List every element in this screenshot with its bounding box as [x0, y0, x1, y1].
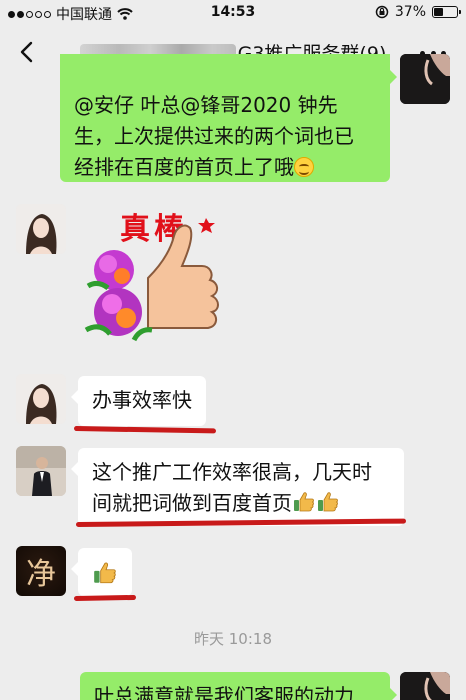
sender-avatar-man[interactable]	[16, 446, 66, 496]
own-avatar[interactable]	[400, 672, 450, 700]
avatar-char: 净	[26, 557, 56, 592]
timestamp: 昨天 10:18	[194, 630, 272, 648]
message-text-line: 间就把词做到百度首页	[92, 491, 292, 515]
back-chevron-icon[interactable]	[14, 38, 42, 66]
thumbs-up-emoji-icon	[318, 492, 338, 512]
message-bubble-other[interactable]	[71, 548, 132, 596]
sticker-art-icon	[84, 218, 219, 342]
message-text-line: 经排在百度的首页上了哦	[74, 155, 294, 179]
message-text: 办事效率快	[92, 388, 192, 412]
highlight-underline	[73, 594, 137, 601]
battery-percent: 37%	[394, 4, 426, 20]
message-bubble-own[interactable]: 叶总满意就是我们客服的动力	[80, 672, 397, 700]
message-text-line: 生，上次提供过来的两个词也已	[74, 124, 354, 148]
lock-rotation-icon	[375, 5, 389, 19]
sticker-thumbs-up[interactable]: 真棒	[78, 200, 226, 352]
highlight-underline	[73, 426, 217, 434]
own-avatar[interactable]	[400, 54, 450, 104]
message-text-line: @安仔 叶总@锋哥2020 钟先	[74, 93, 338, 117]
sender-avatar-char[interactable]: 净	[16, 546, 66, 596]
message-bubble-other[interactable]: 办事效率快	[71, 376, 206, 426]
message-text-line: 这个推广工作效率很高，几天时	[92, 460, 372, 484]
message-bubble-other[interactable]: 这个推广工作效率很高，几天时 间就把词做到百度首页	[71, 448, 404, 526]
message-text: 叶总满意就是我们客服的动力	[94, 684, 354, 700]
sender-avatar-girl[interactable]	[16, 374, 66, 424]
thumbs-up-emoji-icon	[294, 492, 314, 512]
battery-icon	[432, 6, 461, 18]
thumbs-up-emoji-icon	[94, 562, 116, 584]
sender-avatar-girl[interactable]	[16, 204, 66, 254]
smile-emoji-icon	[294, 157, 314, 177]
status-bar: 中国联通 14:53 37%	[0, 0, 466, 26]
message-bubble-own[interactable]: @安仔 叶总@锋哥2020 钟先 生，上次提供过来的两个词也已 经排在百度的首页…	[60, 54, 397, 182]
